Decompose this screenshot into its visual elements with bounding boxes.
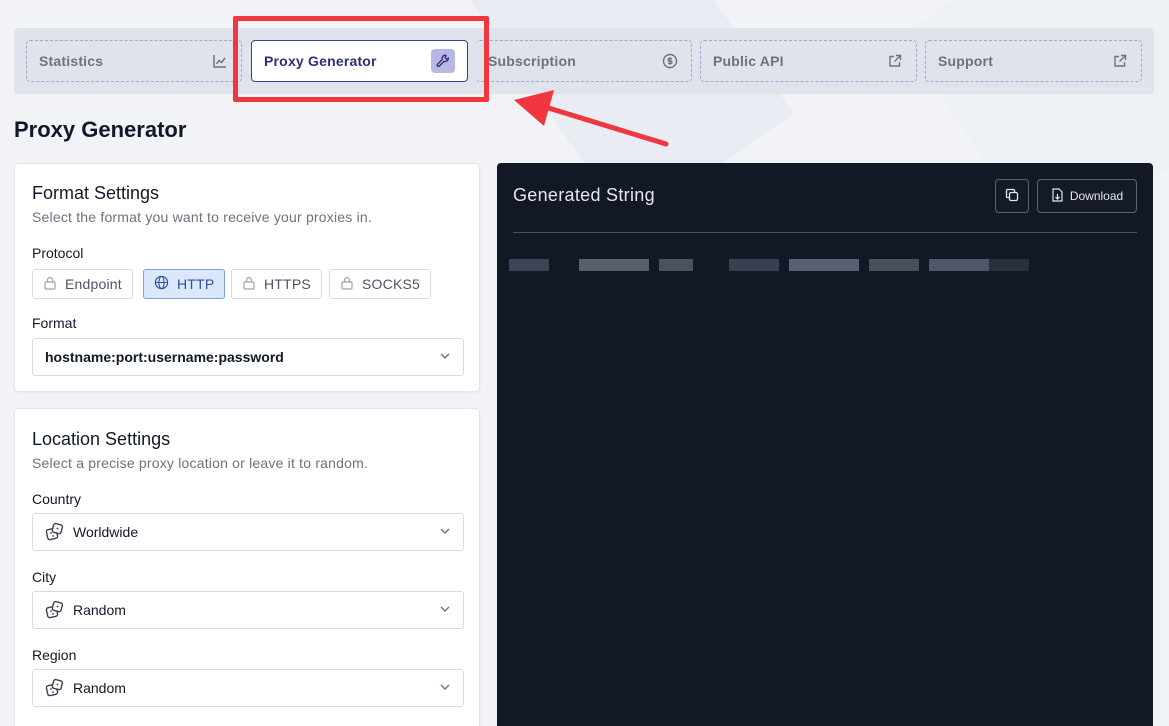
city-select[interactable]: Random [32, 591, 464, 629]
dice-icon [45, 678, 65, 698]
chevron-down-icon [439, 680, 451, 696]
protocol-endpoint[interactable]: Endpoint [32, 269, 133, 299]
protocol-label: HTTP [177, 276, 215, 292]
card-title: Format Settings [32, 183, 160, 203]
protocol-socks5[interactable]: SOCKS5 [329, 269, 431, 299]
tab-public-api[interactable]: Public API [700, 40, 917, 82]
download-label: Download [1069, 189, 1124, 203]
dice-icon [45, 522, 65, 542]
redacted-output-text [509, 259, 1029, 271]
tab-label: Support [938, 53, 994, 69]
chart-icon [211, 52, 229, 70]
country-value: Worldwide [73, 524, 139, 540]
tab-label: Statistics [39, 53, 104, 69]
arrow-annotation [514, 90, 669, 147]
generated-string-panel: Generated String Download [497, 163, 1153, 726]
tab-statistics[interactable]: Statistics [26, 40, 242, 82]
region-value: Random [73, 680, 126, 696]
protocol-https[interactable]: HTTPS [231, 269, 322, 299]
country-label: Country [32, 491, 82, 507]
region-label: Region [32, 647, 77, 663]
chevron-down-icon [439, 524, 451, 540]
download-button[interactable]: Download [1037, 179, 1137, 213]
protocol-label: HTTPS [264, 276, 311, 292]
tab-label: Public API [713, 53, 784, 69]
location-settings-card: Location Settings Select a precise proxy… [14, 408, 480, 726]
format-settings-card: Format Settings Select the format you wa… [14, 163, 480, 392]
chevron-down-icon [439, 349, 451, 365]
chevron-down-icon [439, 602, 451, 618]
top-nav: Statistics Proxy Generator Subscription … [14, 28, 1154, 94]
format-select[interactable]: hostname:port:username:password [32, 338, 464, 376]
page-title: Proxy Generator [14, 117, 187, 142]
highlight-annotation [233, 16, 489, 102]
card-title: Location Settings [32, 429, 171, 449]
protocol-http[interactable]: HTTP [143, 269, 226, 299]
country-select[interactable]: Worldwide [32, 513, 464, 551]
external-link-icon [1111, 52, 1129, 70]
protocol-label: SOCKS5 [362, 276, 420, 292]
format-value: hostname:port:username:password [45, 349, 284, 365]
lock-icon [242, 276, 256, 293]
lock-icon [43, 276, 57, 293]
dice-icon [45, 600, 65, 620]
tab-support[interactable]: Support [925, 40, 1142, 82]
copy-icon [1005, 188, 1019, 205]
globe-icon [154, 275, 169, 293]
protocol-label: Endpoint [65, 276, 122, 292]
lock-icon [340, 276, 354, 293]
tab-subscription[interactable]: Subscription [476, 40, 692, 82]
panel-title: Generated String [513, 185, 655, 205]
divider [513, 232, 1137, 233]
format-label: Format [32, 315, 77, 331]
dollar-circle-icon [661, 52, 679, 70]
protocol-label: Protocol [32, 245, 84, 261]
city-value: Random [73, 602, 126, 618]
file-download-icon [1051, 187, 1064, 205]
external-link-icon [886, 52, 904, 70]
card-subtitle: Select a precise proxy location or leave… [32, 455, 369, 471]
tab-label: Subscription [488, 53, 576, 69]
copy-button[interactable] [995, 179, 1029, 213]
city-label: City [32, 569, 57, 585]
region-select[interactable]: Random [32, 669, 464, 707]
card-subtitle: Select the format you want to receive yo… [32, 209, 372, 225]
